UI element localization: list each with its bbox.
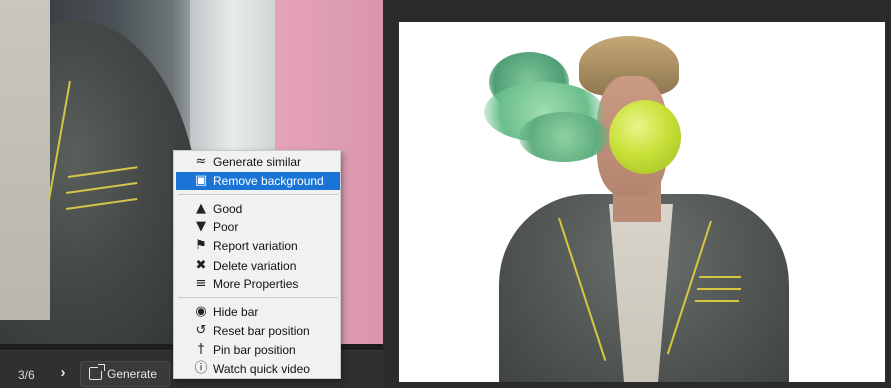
menu-item-good[interactable]: ▲ Good [176, 200, 340, 218]
menu-item-remove-background[interactable]: ▣ Remove background [176, 172, 340, 190]
menu-item-label: Report variation [213, 239, 298, 253]
menu-item-pin-bar-position[interactable]: † Pin bar position [176, 341, 340, 359]
menu-item-watch-quick-video[interactable]: ⓘ Watch quick video [176, 360, 340, 378]
trash-icon: ✖ [195, 258, 207, 273]
stitch-line [699, 276, 741, 278]
sliders-icon: ≡ [195, 276, 207, 291]
menu-item-label: Remove background [213, 174, 324, 188]
approx-icon: ≈ [195, 154, 207, 169]
chevron-right-icon[interactable]: › [56, 364, 70, 382]
menu-item-label: Hide bar [213, 305, 259, 319]
result-panel [383, 0, 891, 388]
undo-icon: ↺ [195, 323, 207, 338]
menu-separator [178, 194, 338, 195]
menu-item-reset-bar-position[interactable]: ↺ Reset bar position [176, 322, 340, 340]
stitch-line [695, 300, 739, 302]
green-smoke [519, 112, 609, 162]
menu-separator [178, 297, 338, 298]
pin-icon: † [197, 342, 205, 357]
flag-icon: ⚑ [195, 238, 207, 253]
menu-item-report-variation[interactable]: ⚑ Report variation [176, 237, 340, 255]
info-icon: ⓘ [194, 361, 208, 376]
menu-item-label: Good [213, 202, 243, 216]
eye-off-icon: ◉ [195, 304, 207, 319]
image-icon: ▣ [194, 173, 208, 188]
menu-item-generate-similar[interactable]: ≈ Generate similar [176, 153, 340, 171]
menu-item-label: Watch quick video [213, 362, 310, 376]
lemon-shape [609, 100, 681, 174]
variation-counter: 3/6 [18, 368, 35, 382]
menu-item-hide-bar[interactable]: ◉ Hide bar [176, 303, 340, 321]
menu-item-more-properties[interactable]: ≡ More Properties [176, 275, 340, 293]
menu-item-label: Delete variation [213, 259, 297, 273]
result-image[interactable] [399, 22, 885, 382]
variation-context-menu: ≈ Generate similar ▣ Remove background ▲… [173, 150, 341, 379]
stitch-line [697, 288, 741, 290]
open-external-icon [89, 364, 105, 380]
menu-item-label: Poor [213, 220, 239, 234]
menu-item-label: Generate similar [213, 155, 302, 169]
generate-button[interactable]: Generate [80, 361, 170, 387]
menu-item-label: Reset bar position [213, 324, 310, 338]
thumbs-up-icon: ▲ [196, 201, 206, 216]
generate-button-label: Generate [107, 367, 158, 381]
menu-item-label: Pin bar position [213, 343, 296, 357]
shirt-shape [0, 0, 50, 320]
menu-item-delete-variation[interactable]: ✖ Delete variation [176, 257, 340, 275]
thumbs-down-icon: ▼ [196, 219, 206, 234]
menu-item-poor[interactable]: ▼ Poor [176, 218, 340, 236]
menu-item-label: More Properties [213, 277, 299, 291]
